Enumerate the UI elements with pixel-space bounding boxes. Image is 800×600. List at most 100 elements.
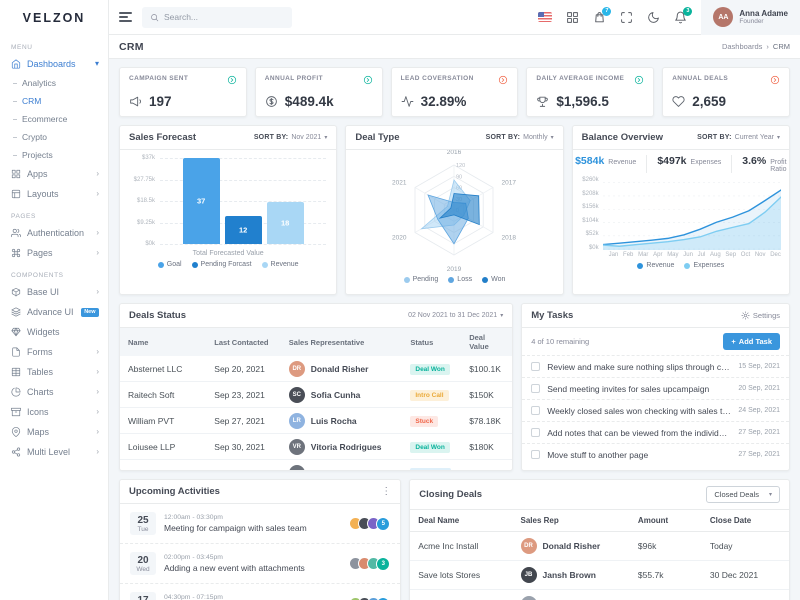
dark-mode-icon[interactable]: [647, 11, 660, 24]
task-checkbox[interactable]: [531, 362, 540, 371]
sidebar-subitem-ecommerce[interactable]: Ecommerce: [0, 110, 108, 128]
task-checkbox[interactable]: [531, 384, 540, 393]
task-item[interactable]: Add notes that can be viewed from the in…: [522, 421, 789, 443]
megaphone-icon: [129, 95, 142, 108]
table-row[interactable]: William PVTSep 27, 2021LRLuis RochaStuck…: [120, 408, 512, 434]
stats-row: CAMPAIGN SENT197ANNUAL PROFIT$489.4kLEAD…: [119, 67, 790, 117]
tasks-settings-button[interactable]: Settings: [741, 311, 780, 320]
task-checkbox[interactable]: [531, 428, 540, 437]
sidebar-item-forms[interactable]: Forms›: [0, 342, 108, 362]
sidebar-subitem-label: CRM: [22, 96, 41, 106]
status-badge: Intro Call: [402, 382, 461, 408]
deals-date-range[interactable]: 02 Nov 2021 to 31 Dec 2021 ▾: [408, 312, 503, 319]
column-header[interactable]: Last Contacted: [206, 328, 281, 356]
sidebar-subitem-analytics[interactable]: Analytics: [0, 74, 108, 92]
show-more-link[interactable]: Show more...: [522, 465, 789, 471]
last-contacted: Sep 30, 2021: [206, 460, 281, 472]
sidebar-item-apps[interactable]: Apps›: [0, 164, 108, 184]
us-flag-icon[interactable]: [538, 12, 552, 22]
deal-name: Raitech Soft: [120, 382, 206, 408]
table-row[interactable]: William PVTAHAyaan Hudda$102k25 Nov 2021: [410, 590, 789, 600]
bar-goal[interactable]: 37: [183, 158, 220, 244]
column-header[interactable]: Sales Representative: [281, 328, 403, 356]
sidebar-item-dashboards[interactable]: Dashboards▾: [0, 54, 108, 74]
sidebar-item-maps[interactable]: Maps›: [0, 422, 108, 442]
column-header[interactable]: Deal Value: [461, 328, 512, 356]
notifications-badge: 3: [683, 7, 692, 16]
notifications-bell-icon[interactable]: 3: [674, 11, 687, 24]
activity-item[interactable]: 20Wed02:00pm - 03:45pmAdding a new event…: [120, 544, 400, 584]
new-badge: New: [81, 308, 99, 317]
fullscreen-icon[interactable]: [620, 11, 633, 24]
menu-toggle-icon[interactable]: [119, 12, 132, 22]
task-checkbox[interactable]: [531, 450, 540, 459]
sidebar-subitem-label: Analytics: [22, 78, 56, 88]
activity-item[interactable]: 17Wed04:30pm - 07:15pmCreate new project…: [120, 584, 400, 600]
balance-overview-sort[interactable]: SORT BY: Current Year ▾: [697, 134, 780, 141]
cart-icon[interactable]: 7: [593, 11, 606, 24]
sidebar-item-tables[interactable]: Tables›: [0, 362, 108, 382]
sidebar-subitem-crm[interactable]: CRM: [0, 92, 108, 110]
chevron-down-icon: ▾: [777, 134, 780, 141]
kebab-menu-icon[interactable]: ⋮: [381, 487, 391, 497]
column-header[interactable]: Close Date: [702, 510, 789, 532]
sidebar-subitem-label: Projects: [22, 150, 53, 160]
velzon-logo[interactable]: VELZON: [0, 0, 108, 35]
more-count-badge: 3: [376, 557, 390, 571]
closed-deals-select[interactable]: Closed Deals ▾: [706, 486, 780, 503]
task-item[interactable]: Review and make sure nothing slips throu…: [522, 355, 789, 377]
box-icon: [11, 287, 21, 297]
task-checkbox[interactable]: [531, 406, 540, 415]
sidebar-item-layouts[interactable]: Layouts›: [0, 184, 108, 204]
apps-grid-icon[interactable]: [566, 11, 579, 24]
sales-rep: DRDonald Risher: [281, 356, 403, 382]
task-item[interactable]: Send meeting invites for sales upcampaig…: [522, 377, 789, 399]
breadcrumb-root[interactable]: Dashboards: [722, 42, 762, 51]
add-task-button[interactable]: + Add Task: [723, 333, 780, 350]
app-root: VELZON MenuDashboards▾AnalyticsCRMEcomme…: [0, 0, 800, 600]
sidebar-item-widgets[interactable]: Widgets: [0, 322, 108, 342]
y-axis-tick: $9.25k: [137, 220, 155, 226]
task-item[interactable]: Move stuff to another page27 Sep, 2021: [522, 443, 789, 465]
column-header[interactable]: Status: [402, 328, 461, 356]
deal-type-sort[interactable]: SORT BY: Monthly ▾: [486, 134, 554, 141]
y-axis-tick: $37k: [142, 155, 155, 161]
avatar: LR: [289, 413, 305, 429]
activity-item[interactable]: 25Tue12:00am - 03:30pmMeeting for campai…: [120, 504, 400, 544]
task-text: Add notes that can be viewed from the in…: [547, 428, 731, 438]
sidebar-item-multi-level[interactable]: Multi Level›: [0, 442, 108, 462]
column-header[interactable]: Deal Name: [410, 510, 512, 532]
bar-pending-forcast[interactable]: 12: [225, 216, 262, 244]
sidebar-item-pages[interactable]: Pages›: [0, 243, 108, 263]
sidebar-subitem-projects[interactable]: Projects: [0, 146, 108, 164]
sidebar-item-icons[interactable]: Icons›: [0, 402, 108, 422]
table-row[interactable]: Absternet LLCSep 20, 2021DRDonald Risher…: [120, 356, 512, 382]
column-header[interactable]: Sales Rep: [513, 510, 630, 532]
sales-forecast-sort[interactable]: SORT BY: Nov 2021 ▾: [254, 134, 328, 141]
sidebar-item-advance-ui[interactable]: Advance UINew: [0, 302, 108, 322]
sidebar-item-authentication[interactable]: Authentication›: [0, 223, 108, 243]
sidebar-item-charts[interactable]: Charts›: [0, 382, 108, 402]
status-badge: Deal Won: [402, 356, 461, 382]
activity-title: Meeting for campaign with sales team: [164, 523, 341, 533]
table-row[interactable]: Apple Inc.Sep 30, 2021VRVitoria Rodrigue…: [120, 460, 512, 472]
task-item[interactable]: Weekly closed sales won checking with sa…: [522, 399, 789, 421]
table-row[interactable]: Acme Inc InstallDRDonald Risher$96kToday: [410, 532, 789, 561]
sidebar-section-label: Menu: [0, 35, 108, 54]
search-input[interactable]: [164, 12, 274, 22]
chevron-right-icon: ›: [96, 170, 99, 178]
chevron-right-icon: ›: [96, 448, 99, 456]
user-profile[interactable]: AA Anna Adame Founder: [701, 0, 800, 35]
table-row[interactable]: Raitech SoftSep 23, 2021SCSofia CunhaInt…: [120, 382, 512, 408]
closing-deals-title: Closing Deals: [419, 489, 482, 500]
table-row[interactable]: Loiusee LLPSep 30, 2021VRVitoria Rodrigu…: [120, 434, 512, 460]
column-header[interactable]: Amount: [630, 510, 702, 532]
sidebar-item-base-ui[interactable]: Base UI›: [0, 282, 108, 302]
column-header[interactable]: Name: [120, 328, 206, 356]
table-row[interactable]: Save lots StoresJBJansh Brown$55.7k30 De…: [410, 561, 789, 590]
chevron-down-icon: ▾: [551, 134, 554, 141]
bar-revenue[interactable]: 18: [267, 202, 304, 244]
main-area: 7 3 AA Anna Adame Founder CRM Da: [109, 0, 800, 600]
search-box[interactable]: [142, 7, 292, 28]
sidebar-subitem-crypto[interactable]: Crypto: [0, 128, 108, 146]
